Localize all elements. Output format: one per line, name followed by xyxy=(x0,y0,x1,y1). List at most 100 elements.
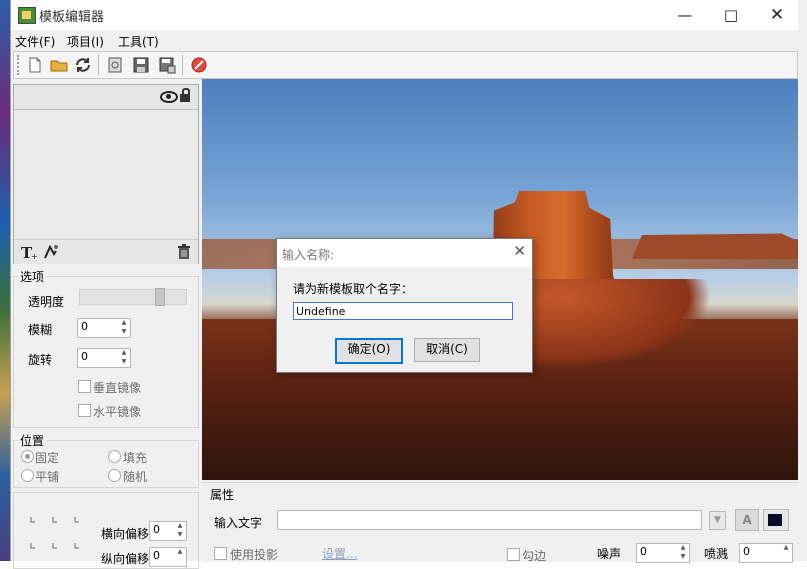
lock-icon[interactable] xyxy=(180,88,190,102)
svg-text:+: + xyxy=(31,252,38,261)
input-text-field[interactable] xyxy=(277,510,702,530)
opacity-label: 透明度 xyxy=(28,295,65,309)
v-offset-value: 0 xyxy=(153,549,160,562)
position-fixed-radio[interactable] xyxy=(21,450,34,463)
toolbar-separator xyxy=(182,55,183,75)
noise-up-icon[interactable]: ▲ xyxy=(678,544,688,552)
spray-label: 喷溅 xyxy=(704,547,729,561)
menu-project[interactable]: 项目(I) xyxy=(67,33,104,50)
v-offset-up-icon[interactable]: ▲ xyxy=(175,548,185,556)
trash-icon[interactable] xyxy=(176,244,192,260)
position-tile-label: 平铺 xyxy=(35,470,60,484)
rotate-down-icon[interactable]: ▼ xyxy=(119,358,129,366)
dialog-close-icon[interactable]: ✕ xyxy=(513,242,526,260)
color-swatch xyxy=(768,514,782,526)
menu-file[interactable]: 文件(F) xyxy=(15,33,55,50)
dialog-title-bar: 输入名称: ✕ xyxy=(277,239,532,267)
menu-bar: 文件(F) 项目(I) 工具(T) xyxy=(11,30,798,51)
layer-list-panel[interactable]: T + xyxy=(13,84,199,264)
open-folder-icon[interactable] xyxy=(50,56,68,74)
close-icon[interactable]: ✕ xyxy=(754,0,800,30)
blur-up-icon[interactable]: ▲ xyxy=(119,319,129,327)
input-text-label: 输入文字 xyxy=(214,516,263,530)
blur-value: 0 xyxy=(81,320,88,333)
toolbar-grip[interactable] xyxy=(17,55,21,75)
h-offset-label: 横向偏移 xyxy=(101,527,150,541)
menu-tools[interactable]: 工具(T) xyxy=(118,33,159,50)
layer-list-footer: T + xyxy=(14,239,198,264)
position-random-radio[interactable] xyxy=(108,469,121,482)
position-title: 位置 xyxy=(18,432,47,449)
rotate-label: 旋转 xyxy=(28,353,53,367)
outline-label: 勾边 xyxy=(522,549,547,563)
vflip-checkbox[interactable] xyxy=(78,380,91,393)
h-offset-value: 0 xyxy=(153,523,160,536)
properties-panel: 属性 输入文字 ▼ A 使用投影 设置... 勾边 噪声 0 ▲ ▼ 喷溅 0 … xyxy=(202,482,798,563)
settings-link[interactable]: 设置... xyxy=(322,545,357,562)
desktop-left-edge xyxy=(0,0,10,561)
title-bar: 模板编辑器 — □ ✕ xyxy=(11,0,798,30)
chevron-down-icon[interactable]: ▼ xyxy=(709,511,726,530)
ok-button[interactable]: 确定(O) xyxy=(335,338,403,364)
position-tile-radio[interactable] xyxy=(21,469,34,482)
minimize-icon[interactable]: — xyxy=(662,0,708,30)
vflip-label: 垂直镜像 xyxy=(93,381,142,395)
window-title: 模板编辑器 xyxy=(39,10,105,25)
maximize-icon[interactable]: □ xyxy=(708,0,754,30)
position-fill-radio[interactable] xyxy=(108,450,121,463)
blur-label: 模糊 xyxy=(28,323,53,337)
v-offset-spinbox[interactable]: 0 ▲ xyxy=(149,547,187,567)
refresh-icon[interactable] xyxy=(74,56,92,74)
distant-mesa xyxy=(632,233,798,259)
save-icon[interactable] xyxy=(132,56,150,74)
add-text-icon[interactable]: T+ xyxy=(20,243,38,261)
shadow-label: 使用投影 xyxy=(230,548,279,562)
toolbar-separator xyxy=(98,55,99,75)
position-random-label: 随机 xyxy=(123,470,148,484)
position-fill-label: 填充 xyxy=(123,451,148,465)
h-offset-down-icon[interactable]: ▼ xyxy=(175,531,185,539)
h-offset-spinbox[interactable]: 0 ▲ ▼ xyxy=(149,521,187,541)
hflip-checkbox[interactable] xyxy=(78,404,91,417)
spray-value: 0 xyxy=(743,545,750,558)
font-icon[interactable]: A xyxy=(735,509,759,531)
v-offset-label: 纵向偏移 xyxy=(101,552,150,566)
anchor-grid-icon[interactable] xyxy=(27,515,87,553)
save-as-icon[interactable] xyxy=(158,56,176,74)
new-file-icon[interactable] xyxy=(26,56,44,74)
dialog-title: 输入名称: xyxy=(282,248,335,262)
opacity-slider[interactable] xyxy=(79,288,187,306)
position-fixed-label: 固定 xyxy=(35,451,60,465)
spray-spinbox[interactable]: 0 ▲ xyxy=(739,543,793,563)
eye-icon[interactable] xyxy=(160,91,178,103)
rotate-spinbox[interactable]: 0 ▲ ▼ xyxy=(77,348,131,368)
color-picker[interactable] xyxy=(763,509,789,531)
stop-icon[interactable] xyxy=(190,56,208,74)
add-image-icon[interactable] xyxy=(42,243,60,261)
noise-value: 0 xyxy=(640,545,647,558)
desktop-right-edge xyxy=(797,0,807,561)
toolbar xyxy=(13,51,798,79)
blur-down-icon[interactable]: ▼ xyxy=(119,328,129,336)
noise-label: 噪声 xyxy=(597,547,622,561)
h-offset-up-icon[interactable]: ▲ xyxy=(175,522,185,530)
properties-title: 属性 xyxy=(210,488,235,502)
dialog-prompt: 请为新模板取个名字： xyxy=(293,282,414,296)
noise-down-icon[interactable]: ▼ xyxy=(678,553,688,561)
blur-spinbox[interactable]: 0 ▲ ▼ xyxy=(77,318,131,338)
noise-spinbox[interactable]: 0 ▲ ▼ xyxy=(636,543,690,563)
cancel-button[interactable]: 取消(C) xyxy=(414,338,480,362)
spray-up-icon[interactable]: ▲ xyxy=(781,544,791,552)
app-icon xyxy=(18,7,36,24)
preview-icon[interactable] xyxy=(106,56,124,74)
shadow-checkbox[interactable] xyxy=(214,547,227,560)
hflip-label: 水平镜像 xyxy=(93,405,142,419)
rotate-value: 0 xyxy=(81,350,88,363)
rotate-up-icon[interactable]: ▲ xyxy=(119,349,129,357)
layer-list-header xyxy=(14,85,198,110)
outline-checkbox[interactable] xyxy=(507,548,520,561)
options-title: 选项 xyxy=(18,268,47,285)
opacity-slider-thumb[interactable] xyxy=(155,288,165,306)
input-name-dialog: 输入名称: ✕ 请为新模板取个名字： Undefine 确定(O) 取消(C) xyxy=(276,238,533,373)
template-name-input[interactable]: Undefine xyxy=(293,302,513,320)
